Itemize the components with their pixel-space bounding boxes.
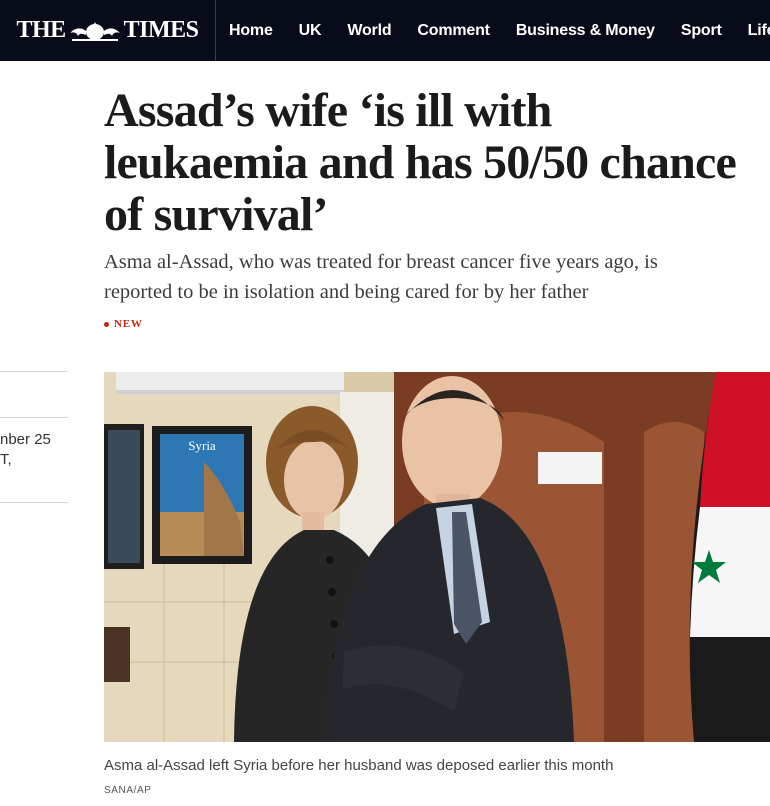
nav-item-life[interactable]: Life: [735, 22, 770, 40]
nav-item-uk[interactable]: UK: [286, 22, 335, 40]
new-badge-label: NEW: [114, 318, 143, 330]
nav-item-comment[interactable]: Comment: [404, 22, 502, 40]
sidebar-divider-middle: [0, 417, 68, 418]
nav-item-sport[interactable]: Sport: [668, 22, 735, 40]
logo-wordmark: THE TIMES: [16, 17, 199, 44]
sidebar-date-line2: T,: [0, 451, 12, 468]
top-navigation: THE TIMES Home UK World Comment Business…: [0, 0, 770, 61]
sidebar-divider-top: [0, 371, 68, 372]
sidebar-date-line1: nber 25: [0, 431, 51, 448]
image-caption: Asma al-Assad left Syria before her husb…: [104, 757, 614, 774]
bullet-dot-icon: [104, 321, 109, 327]
nav-menu: Home UK World Comment Business & Money S…: [216, 0, 770, 61]
nav-item-business-money[interactable]: Business & Money: [503, 22, 668, 40]
article-standfirst: Asma al-Assad, who was treated for breas…: [104, 251, 658, 303]
times-logo[interactable]: THE TIMES: [0, 0, 216, 61]
logo-word-the: THE: [16, 17, 66, 43]
nav-item-world[interactable]: World: [334, 22, 404, 40]
crest-icon: [69, 21, 120, 41]
lead-image[interactable]: Syria: [104, 372, 770, 742]
sidebar-date: nber 25 T,: [0, 430, 51, 470]
article-headline: Assad’s wife ‘is ill with leukaemia and …: [104, 84, 737, 241]
lead-image-illustration: Syria: [104, 372, 770, 742]
image-credit: SANA/AP: [104, 785, 152, 796]
poster-caption: Syria: [188, 438, 216, 453]
logo-word-times: TIMES: [123, 17, 199, 43]
sidebar-divider-bottom: [0, 502, 68, 503]
new-badge: NEW: [104, 318, 143, 330]
nav-item-home[interactable]: Home: [216, 22, 286, 40]
